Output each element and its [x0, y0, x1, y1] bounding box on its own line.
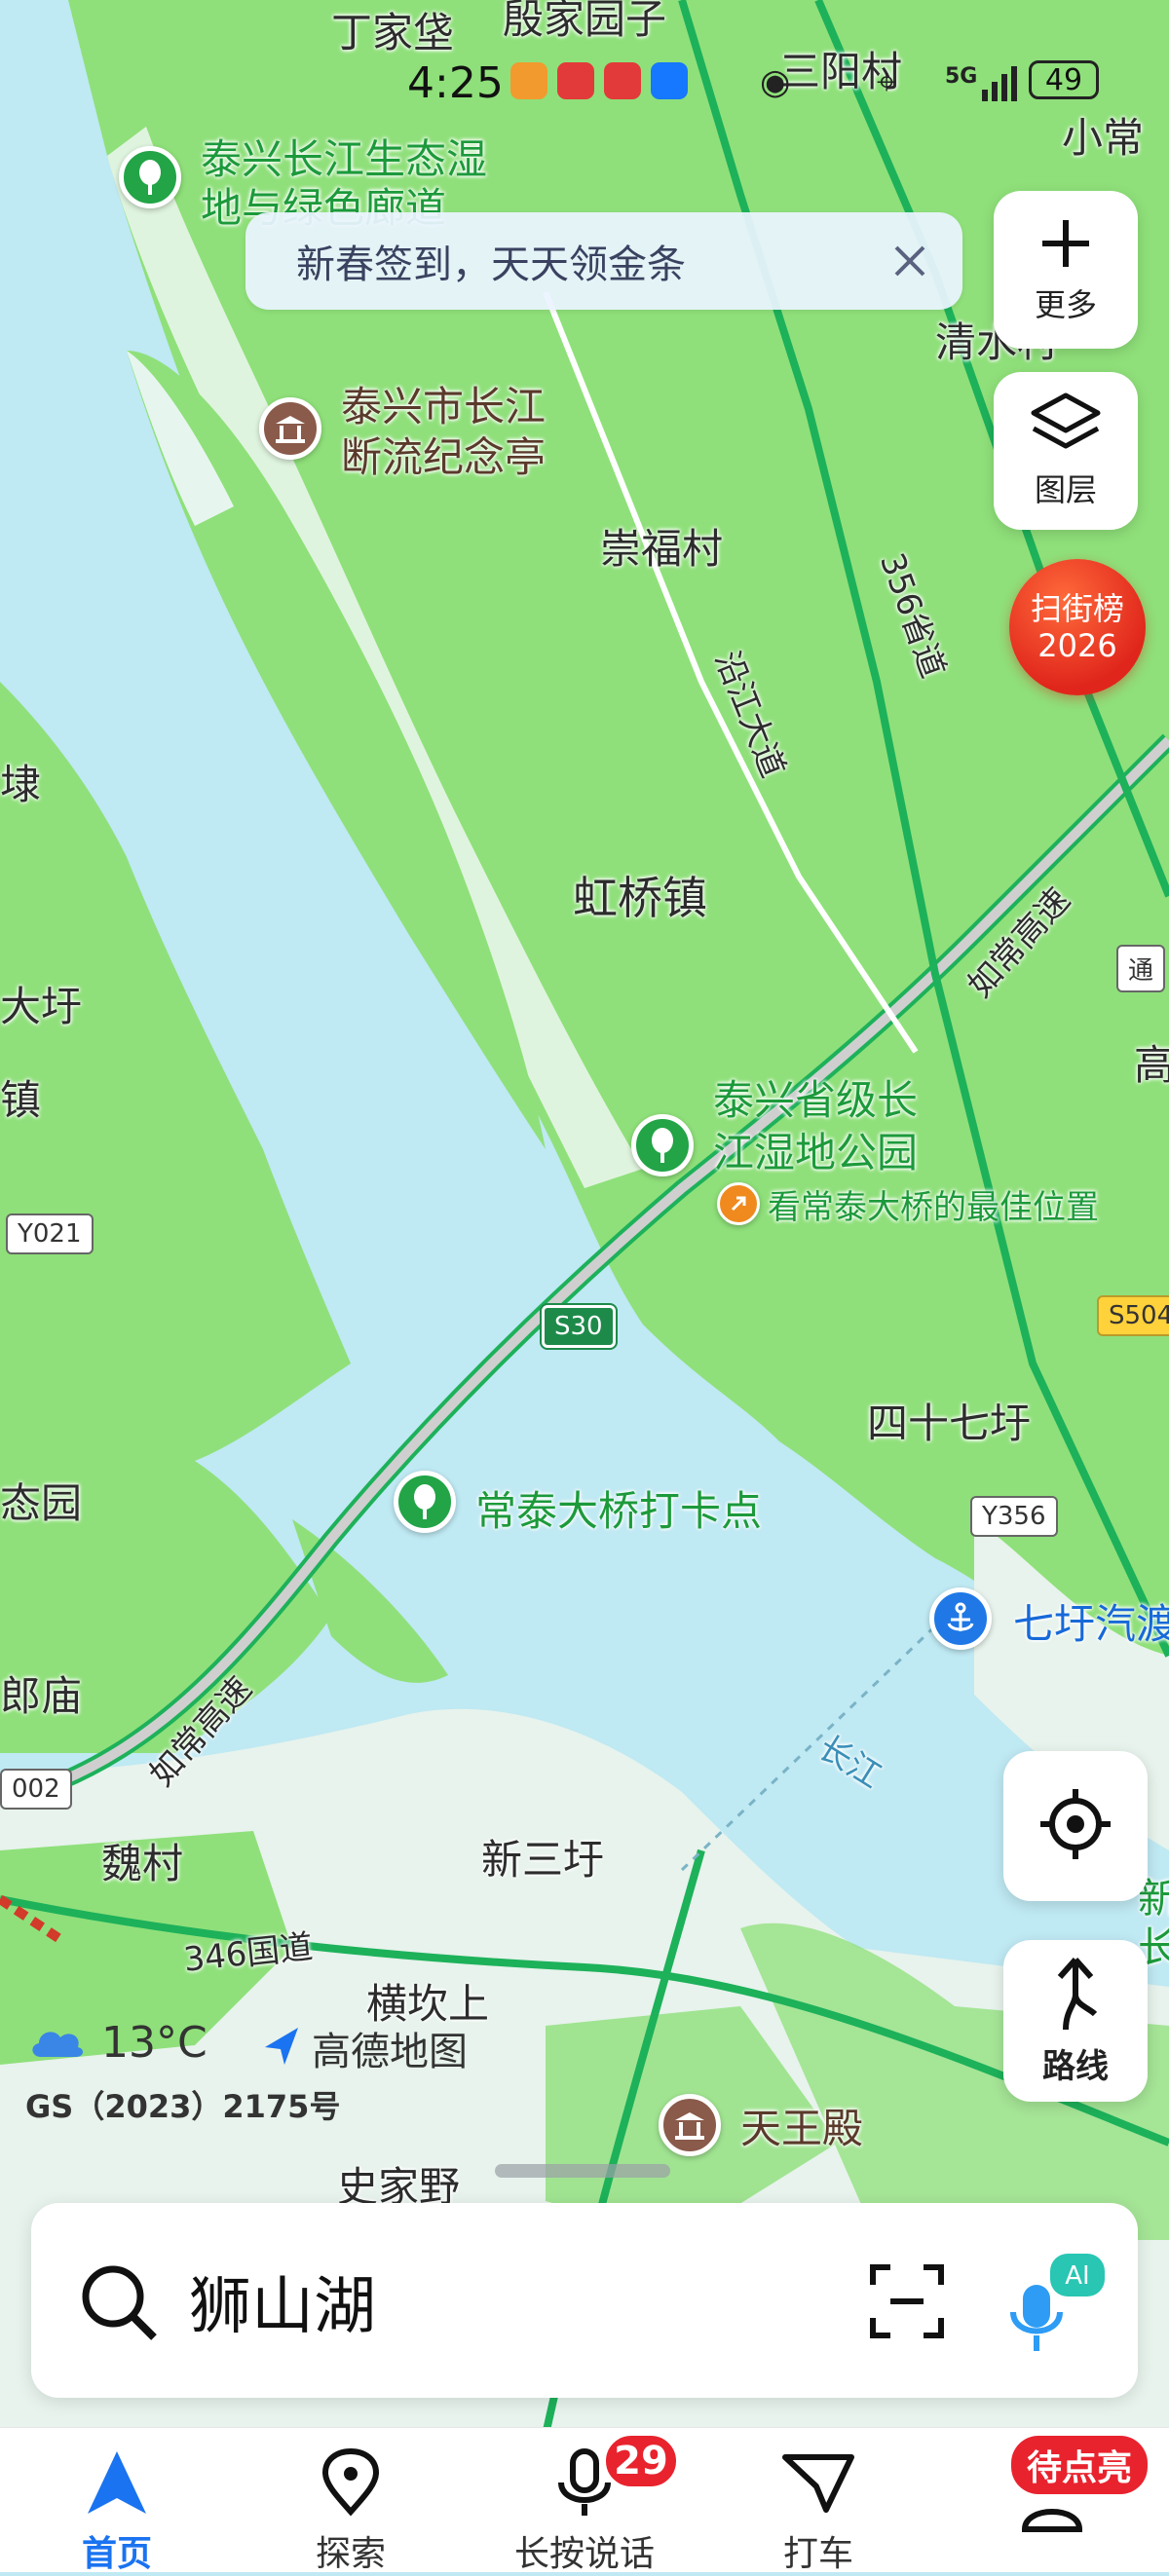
weather-widget[interactable]: 13°C — [27, 2018, 207, 2068]
taxi-icon — [781, 2447, 855, 2521]
road-label: 通 — [1116, 945, 1166, 992]
tab-voice[interactable]: 长按说话 29 — [468, 2428, 701, 2574]
anchor-icon[interactable] — [929, 1587, 992, 1650]
signal-icon — [982, 62, 1017, 101]
network-type: 5G — [945, 64, 978, 89]
locate-button[interactable] — [1003, 1751, 1148, 1901]
park-icon[interactable] — [119, 146, 181, 208]
temple-icon[interactable] — [659, 2094, 721, 2156]
poi-label[interactable]: 看常泰大桥的最佳位置 — [768, 1180, 1099, 1228]
navigation-arrow-icon — [259, 2024, 304, 2072]
cloud-icon — [27, 2022, 88, 2065]
poi-label[interactable]: 七圩汽渡 — [1013, 1591, 1169, 1651]
app-notification-icon — [510, 62, 547, 99]
helmet-icon — [1017, 2486, 1087, 2539]
tab-taxi[interactable]: 打车 — [701, 2428, 935, 2574]
viewpoint-icon[interactable] — [717, 1182, 760, 1225]
poi-label[interactable]: 泰兴省级长 — [713, 1067, 918, 1127]
road-shield: Y021 — [6, 1213, 94, 1254]
layers-icon — [1028, 392, 1104, 462]
map-label-town: 虹桥镇 — [573, 872, 707, 924]
park-icon[interactable] — [631, 1114, 694, 1176]
app-notification-icon — [604, 62, 641, 99]
road-shield: S504 — [1097, 1295, 1169, 1336]
tab-mine[interactable]: 待点亮 — [935, 2428, 1169, 2572]
plus-icon — [1037, 214, 1095, 277]
tab-voice-label: 长按说话 — [513, 2534, 655, 2574]
road-shield: S30 — [540, 1303, 618, 1350]
route-button[interactable]: 路线 — [1003, 1940, 1148, 2102]
street-rank-badge[interactable]: 扫街榜 2026 — [1009, 559, 1146, 695]
tab-home-label: 首页 — [81, 2534, 152, 2574]
layers-button[interactable]: 图层 — [994, 372, 1138, 530]
search-icon — [78, 2261, 160, 2347]
badge-line1: 扫街榜 — [1030, 590, 1124, 627]
location-pin-icon — [316, 2447, 386, 2521]
map-label-village: 殷家园子 — [503, 0, 667, 43]
map-label-village: 丁家垡 — [331, 9, 455, 56]
brand-logo: 高德地图 — [259, 2020, 468, 2076]
tab-home[interactable]: 首页 — [0, 2428, 234, 2574]
map-label-village: 态园 — [0, 1479, 83, 1527]
ai-voice-icon[interactable]: AI — [1001, 2250, 1109, 2361]
clock: 4:25 — [407, 58, 504, 108]
search-input[interactable] — [187, 2250, 795, 2353]
search-panel[interactable]: AI — [31, 2203, 1138, 2398]
map-license: GS（2023）2175号 — [25, 2088, 341, 2125]
poi-label[interactable]: 常泰大桥打卡点 — [475, 1478, 762, 1538]
status-bar: 4:25 ◉ ⌖ 5G 49 — [0, 58, 1169, 117]
map-label-village: 大圩 — [0, 983, 83, 1030]
map-label-village: 四十七圩 — [867, 1400, 1032, 1447]
badge-line2: 2026 — [1037, 627, 1117, 664]
tab-taxi-label: 打车 — [782, 2534, 853, 2574]
poi-label[interactable]: 天王殿 — [740, 2096, 863, 2155]
layers-label: 图层 — [1034, 471, 1097, 508]
map-label-village: 郎庙 — [0, 1672, 83, 1720]
route-label: 路线 — [1042, 2046, 1109, 2086]
poi-label[interactable]: 断流纪念亭 — [341, 425, 546, 484]
map-label-town: 镇 — [0, 1076, 42, 1124]
map-label-village: 魏村 — [101, 1840, 184, 1887]
map-label-village: 新三圩 — [481, 1836, 605, 1884]
map-label-village: 崇福村 — [600, 525, 724, 573]
park-icon[interactable] — [394, 1471, 456, 1533]
road-shield: Y356 — [970, 1496, 1058, 1537]
map-label-village: 埭 — [0, 761, 42, 808]
notification-icons — [510, 62, 688, 99]
route-icon — [1044, 1956, 1107, 2035]
close-icon[interactable] — [881, 232, 939, 290]
road-shield: 002 — [0, 1769, 72, 1810]
locate-icon — [1037, 1785, 1114, 1867]
promo-banner[interactable]: 新春签到，天天领金条 — [245, 212, 962, 310]
banner-text[interactable]: 新春签到，天天领金条 — [296, 233, 881, 289]
app-notification-icon — [557, 62, 594, 99]
svg-text:AI: AI — [1065, 2261, 1089, 2291]
mine-status-badge: 待点亮 — [1011, 2436, 1149, 2494]
temperature: 13°C — [101, 2018, 207, 2068]
voice-count-badge: 29 — [602, 2432, 680, 2490]
more-label: 更多 — [1034, 286, 1097, 323]
map-label-village: 高 — [1134, 1041, 1169, 1089]
tab-explore-label: 探索 — [315, 2534, 386, 2574]
brand-name: 高德地图 — [312, 2030, 468, 2074]
navigation-arrow-icon — [82, 2447, 152, 2521]
drag-handle[interactable] — [495, 2164, 670, 2178]
scan-icon[interactable] — [869, 2263, 945, 2343]
monument-icon[interactable] — [259, 397, 321, 460]
tab-explore[interactable]: 探索 — [234, 2428, 468, 2574]
poi-label[interactable]: 江湿地公园 — [713, 1120, 918, 1179]
app-notification-icon — [651, 62, 688, 99]
location-icon: ⌖ — [877, 62, 897, 102]
eye-icon: ◉ — [760, 62, 791, 102]
more-button[interactable]: 更多 — [994, 191, 1138, 349]
battery-level: 49 — [1029, 60, 1099, 99]
bottom-tab-bar: 首页 探索 长按说话 29 打车 待点亮 — [0, 2427, 1169, 2574]
